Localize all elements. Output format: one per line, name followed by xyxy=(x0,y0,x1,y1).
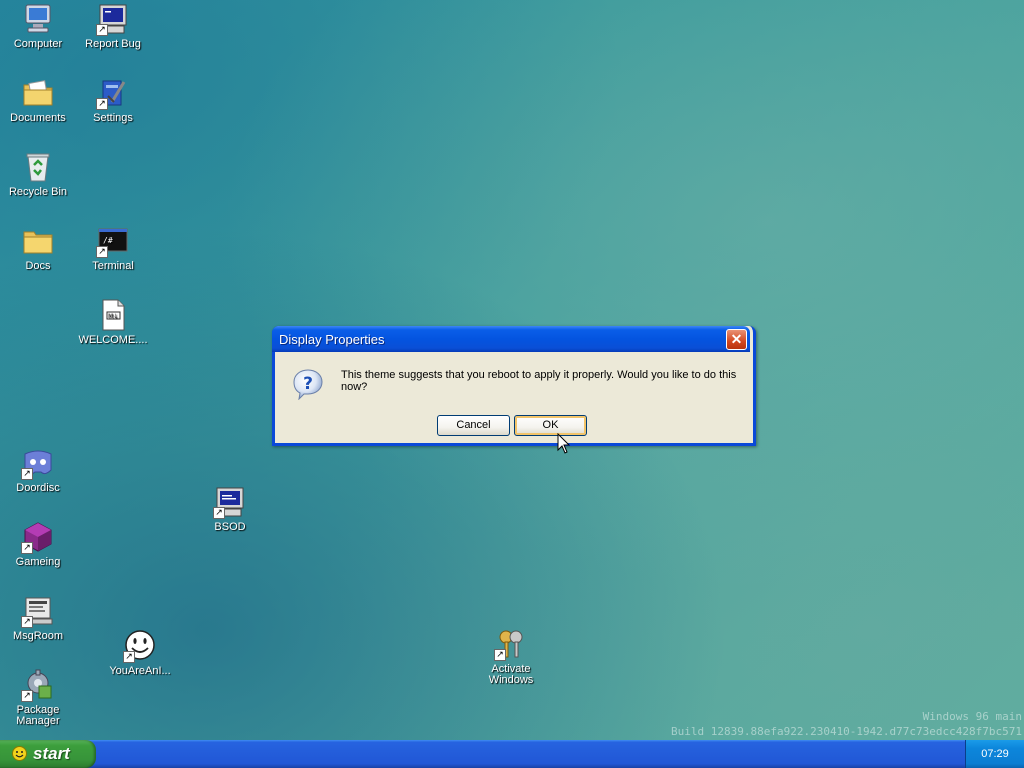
smiley-icon: ↗ xyxy=(123,629,157,663)
desktop-icon-docs[interactable]: Docs xyxy=(0,224,76,272)
start-button[interactable]: start xyxy=(0,740,96,768)
shortcut-arrow-icon: ↗ xyxy=(21,468,33,480)
desktop-icon-bsod[interactable]: ↗ BSOD xyxy=(192,485,268,533)
desktop-icon-package-manager[interactable]: ↗ Package Manager xyxy=(0,668,76,727)
desktop-icon-label: YouAreAnI... xyxy=(109,665,171,677)
game-cube-icon: ↗ xyxy=(21,520,55,554)
dialog-title: Display Properties xyxy=(279,332,385,347)
markdown-file-icon: M↓ xyxy=(96,298,130,332)
keys-icon: ↗ xyxy=(494,627,528,661)
watermark-build: Build 12839.88efa922.230410-1942.d77c73e… xyxy=(671,725,1022,738)
system-tray: 07:29 xyxy=(965,740,1024,768)
desktop-icon-label: WELCOME.... xyxy=(78,334,148,346)
shortcut-arrow-icon: ↗ xyxy=(494,649,506,661)
start-logo-icon xyxy=(12,746,27,761)
shortcut-arrow-icon: ↗ xyxy=(96,24,108,36)
desktop-icon-recycle-bin[interactable]: Recycle Bin xyxy=(0,150,76,198)
svg-text:M↓: M↓ xyxy=(108,313,118,320)
desktop-icon-label: Documents xyxy=(10,112,66,124)
desktop-icon-doordisc[interactable]: ↗ Doordisc xyxy=(0,446,76,494)
desktop-icon-report-bug[interactable]: ↗ Report Bug xyxy=(75,2,151,50)
shortcut-arrow-icon: ↗ xyxy=(21,542,33,554)
terminal-icon: /# ↗ xyxy=(96,224,130,258)
shortcut-arrow-icon: ↗ xyxy=(21,690,33,702)
desktop-icon-msgroom[interactable]: ↗ MsgRoom xyxy=(0,594,76,642)
settings-icon: ↗ xyxy=(96,76,130,110)
computer-icon xyxy=(21,2,55,36)
close-button[interactable]: ✕ xyxy=(726,329,747,350)
start-label: start xyxy=(33,744,70,763)
shortcut-arrow-icon: ↗ xyxy=(123,651,135,663)
desktop-icon-label: Terminal xyxy=(92,260,134,272)
svg-text:?: ? xyxy=(303,374,313,394)
svg-text:/#: /# xyxy=(103,236,113,245)
ok-button[interactable]: OK xyxy=(514,415,587,436)
desktop-icon-settings[interactable]: ↗ Settings xyxy=(75,76,151,124)
report-bug-icon: ↗ xyxy=(96,2,130,36)
desktop-icon-welcome[interactable]: M↓ WELCOME.... xyxy=(75,298,151,346)
desktop-icon-gameing[interactable]: ↗ Gameing xyxy=(0,520,76,568)
shortcut-arrow-icon: ↗ xyxy=(96,98,108,110)
shortcut-arrow-icon: ↗ xyxy=(213,507,225,519)
folder-icon xyxy=(21,224,55,258)
taskbar: start 07:29 xyxy=(0,740,1024,768)
desktop-icon-label: MsgRoom xyxy=(12,630,64,642)
shortcut-arrow-icon: ↗ xyxy=(96,246,108,258)
desktop-icon-label: Computer xyxy=(13,38,63,50)
desktop-icon-label: Recycle Bin xyxy=(8,186,68,198)
desktop-icon-documents[interactable]: Documents xyxy=(0,76,76,124)
desktop-icon-label: Report Bug xyxy=(85,38,141,50)
mouse-pointer-icon xyxy=(557,432,571,455)
desktop-icon-terminal[interactable]: /# ↗ Terminal xyxy=(75,224,151,272)
watermark-product: Windows 96 main xyxy=(922,710,1022,723)
display-properties-dialog: Display Properties ✕ ? This theme sugges… xyxy=(272,326,756,446)
desktop-icon-activate-windows[interactable]: ↗ Activate Windows xyxy=(473,627,549,686)
desktop-icon-computer[interactable]: Computer xyxy=(0,2,76,50)
package-manager-icon: ↗ xyxy=(21,668,55,702)
dialog-title-bar[interactable]: Display Properties ✕ xyxy=(272,326,750,352)
desktop-icon-label: Doordisc xyxy=(16,482,60,494)
desktop-icon-label: Settings xyxy=(93,112,133,124)
dialog-message: This theme suggests that you reboot to a… xyxy=(341,369,737,393)
desktop-icon-label: BSOD xyxy=(214,521,246,533)
desktop-icon-label: Activate Windows xyxy=(488,663,534,686)
desktop-icon-youareani[interactable]: ↗ YouAreAnI... xyxy=(102,629,178,677)
recycle-bin-icon xyxy=(21,150,55,184)
shortcut-arrow-icon: ↗ xyxy=(21,616,33,628)
build-watermark: Windows 96 main Build 12839.88efa922.230… xyxy=(671,709,1022,739)
desktop-icon-label: Package Manager xyxy=(16,704,60,727)
cancel-button[interactable]: Cancel xyxy=(437,415,510,436)
desktop-icon-label: Docs xyxy=(25,260,51,272)
doordisc-icon: ↗ xyxy=(21,446,55,480)
bsod-icon: ↗ xyxy=(213,485,247,519)
question-icon: ? xyxy=(292,368,324,401)
clock[interactable]: 07:29 xyxy=(981,748,1009,760)
documents-folder-icon xyxy=(21,76,55,110)
msgroom-icon: ↗ xyxy=(21,594,55,628)
desktop-icon-label: Gameing xyxy=(15,556,61,568)
